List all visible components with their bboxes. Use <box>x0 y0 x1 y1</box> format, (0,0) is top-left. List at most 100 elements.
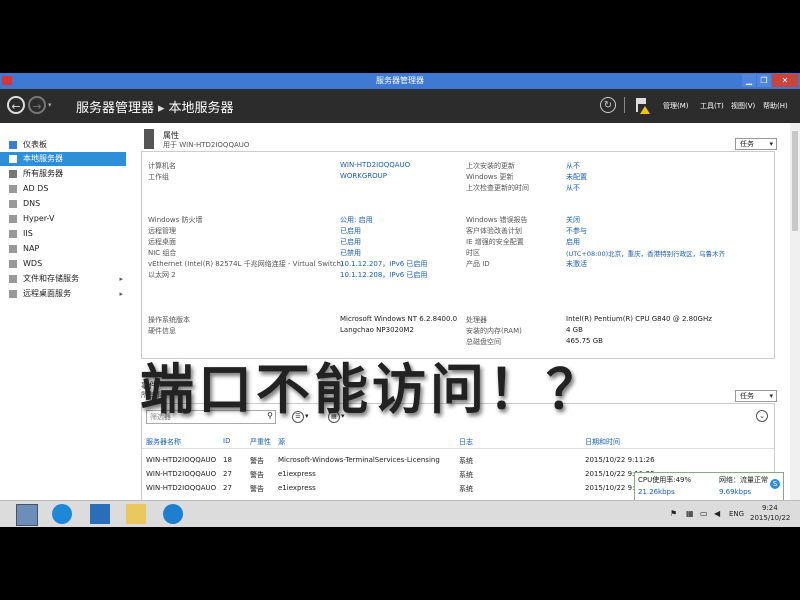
maximize-button[interactable]: ❐ <box>757 74 771 87</box>
table-row[interactable]: WIN-HTD2IOQQAUO 18 警告 Microsoft-Windows-… <box>142 456 774 468</box>
breadcrumb: 服务器管理器 ▸ 本地服务器 <box>76 97 234 116</box>
prop-value-link[interactable]: 已禁用 <box>340 248 361 258</box>
nav-item-nap[interactable]: NAP <box>0 242 126 256</box>
prop-value-link[interactable]: 启用 <box>566 237 580 247</box>
nav-item-file-storage[interactable]: 文件和存储服务 ▸ <box>0 272 126 286</box>
cpu-usage-label: CPU使用率:49% <box>638 476 692 484</box>
minimize-button[interactable]: ▁ <box>742 74 756 87</box>
server-manager-taskbar-icon[interactable] <box>16 504 38 526</box>
nav-item-hyper-v[interactable]: Hyper-V <box>0 212 126 226</box>
prop-value: Intel(R) Pentium(R) CPU G840 @ 2.80GHz <box>566 315 712 323</box>
prop-value-link[interactable]: 10.1.12.207，IPv6 已启用 <box>340 259 427 269</box>
powershell-taskbar-icon[interactable] <box>90 504 110 524</box>
menu-help[interactable]: 帮助(H) <box>763 101 788 111</box>
widget-logo-icon: S <box>770 479 780 489</box>
scrollbar-thumb[interactable] <box>792 131 798 231</box>
column-header[interactable]: 服务器名称 <box>146 437 181 447</box>
prop-value-link[interactable]: 从不 <box>566 183 580 193</box>
clock-date[interactable]: 2015/10/22 <box>750 514 790 522</box>
input-language[interactable]: ENG <box>729 510 744 518</box>
close-button[interactable]: ✕ <box>772 74 798 87</box>
window-title-bar[interactable]: 服务器管理器 ▁ ❐ ✕ <box>0 73 800 89</box>
chevron-down-icon: ▾ <box>769 140 773 148</box>
prop-value-link[interactable]: WIN-HTD2IOQQAUO <box>340 161 410 169</box>
nav-item-wds[interactable]: WDS <box>0 257 126 271</box>
prop-value-link[interactable]: 已启用 <box>340 226 361 236</box>
upload-speed: 21.26kbps <box>638 488 675 496</box>
prop-label: 上次安装的更新 <box>466 162 515 170</box>
column-header[interactable]: 源 <box>278 437 285 447</box>
events-table-header: 服务器名称 ID 严重性 源 日志 日期和时间 <box>142 435 774 449</box>
prop-value-link[interactable]: WORKGROUP <box>340 172 387 180</box>
prop-label: IE 增强的安全配置 <box>466 238 524 246</box>
prop-value-link[interactable]: 10.1.12.208，IPv6 已启用 <box>340 270 427 280</box>
properties-tasks-button[interactable]: 任务 ▾ <box>735 138 777 150</box>
prop-value-link[interactable]: 未激活 <box>566 259 587 269</box>
tray-display-icon[interactable]: ▭ <box>700 509 708 518</box>
notifications-flag-icon[interactable] <box>636 98 650 114</box>
chevron-right-icon: ▸ <box>119 290 123 298</box>
prop-label: 硬件信息 <box>148 327 176 335</box>
prop-label: 产品 ID <box>466 260 490 268</box>
nav-item-remote-desktop[interactable]: 远程桌面服务 ▸ <box>0 287 126 301</box>
prop-label: 工作组 <box>148 173 169 181</box>
prop-value-link[interactable]: (UTC+08:00)北京，重庆，香港特别行政区，乌鲁木齐 <box>566 248 725 258</box>
prop-value-link[interactable]: 关闭 <box>566 215 580 225</box>
column-header[interactable]: 日志 <box>459 437 473 447</box>
prop-value-link[interactable]: 从不 <box>566 161 580 171</box>
ad-ds-icon <box>9 185 17 193</box>
nav-item-dashboard[interactable]: 仪表板 <box>0 138 126 152</box>
explorer-taskbar-icon[interactable] <box>126 504 146 524</box>
clock-time[interactable]: 9:24 <box>762 504 778 512</box>
refresh-icon[interactable]: ↻ <box>600 97 616 113</box>
column-header[interactable]: 严重性 <box>250 437 271 447</box>
menu-view[interactable]: 视图(V) <box>731 101 755 111</box>
dashboard-icon <box>9 141 17 149</box>
prop-value-link[interactable]: 公用: 启用 <box>340 215 373 225</box>
prop-value: Microsoft Windows NT 6.2.8400.0 <box>340 315 458 323</box>
prop-value-link[interactable]: 未配置 <box>566 172 587 182</box>
overlay-caption: 端口不能访问！？ <box>140 357 604 421</box>
taskbar: ⚑ ▦ ▭ ◀ ENG 9:24 2015/10/22 <box>0 500 800 527</box>
forward-button[interactable]: → <box>28 96 46 114</box>
tray-network-icon[interactable]: ▦ <box>686 509 694 518</box>
prop-label: 以太网 2 <box>148 271 176 279</box>
prop-label: 远程管理 <box>148 227 176 235</box>
prop-value: 465.75 GB <box>566 337 603 345</box>
prop-label: 远程桌面 <box>148 238 176 246</box>
prop-label: 处理器 <box>466 316 487 324</box>
window-title: 服务器管理器 <box>376 76 424 85</box>
breadcrumb-page: 本地服务器 <box>168 101 234 116</box>
nav-item-dns[interactable]: DNS <box>0 197 126 211</box>
history-dropdown-icon[interactable]: ▾ <box>48 101 52 109</box>
network-status-label: 网络：流量正常 <box>719 476 768 484</box>
vertical-scrollbar[interactable] <box>790 123 800 500</box>
breadcrumb-app[interactable]: 服务器管理器 <box>76 101 154 116</box>
column-header[interactable]: ID <box>223 437 230 445</box>
tray-flag-icon[interactable]: ⚑ <box>670 509 677 518</box>
back-button[interactable]: ← <box>7 96 25 114</box>
events-tasks-button[interactable]: 任务 ▾ <box>735 390 777 402</box>
menu-manage[interactable]: 管理(M) <box>663 101 689 111</box>
left-navigation: 仪表板 本地服务器 所有服务器 AD DS DNS Hyper-V IIS NA… <box>0 123 128 500</box>
nav-item-iis[interactable]: IIS <box>0 227 126 241</box>
prop-value: Langchao NP3020M2 <box>340 326 414 334</box>
app-taskbar-icon[interactable] <box>163 504 183 524</box>
nav-item-all-servers[interactable]: 所有服务器 <box>0 167 126 181</box>
tray-volume-icon[interactable]: ◀ <box>714 509 720 518</box>
prop-value: 4 GB <box>566 326 583 334</box>
nav-item-local-server[interactable]: 本地服务器 <box>0 152 126 166</box>
iis-icon <box>9 230 17 238</box>
nav-item-ad-ds[interactable]: AD DS <box>0 182 126 196</box>
ie-taskbar-icon[interactable] <box>52 504 72 524</box>
column-header[interactable]: 日期和时间 <box>585 437 620 447</box>
nap-icon <box>9 245 17 253</box>
network-monitor-widget[interactable]: CPU使用率:49% 网络：流量正常 21.26kbps 9.69kbps S <box>634 472 784 502</box>
download-speed: 9.69kbps <box>719 488 752 496</box>
app-header: ← → ▾ 服务器管理器 ▸ 本地服务器 ↻ 管理(M) 工具(T) 视图(V) 帮… <box>0 89 800 123</box>
prop-label: 客户体验改善计划 <box>466 227 522 235</box>
prop-value-link[interactable]: 不参与 <box>566 226 587 236</box>
collapse-toggle-icon[interactable]: ⌄ <box>756 410 768 422</box>
prop-value-link[interactable]: 已启用 <box>340 237 361 247</box>
menu-tools[interactable]: 工具(T) <box>700 101 724 111</box>
